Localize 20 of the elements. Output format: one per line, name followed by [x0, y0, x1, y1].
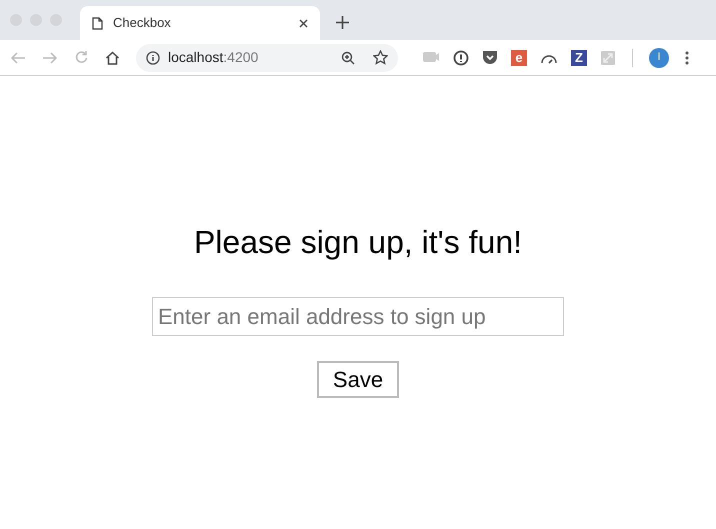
page-heading: Please sign up, it's fun!	[194, 223, 522, 262]
profile-avatar[interactable]: I	[649, 48, 669, 68]
info-icon[interactable]	[146, 50, 160, 64]
tab-title: Checkbox	[113, 14, 172, 32]
document-icon	[92, 16, 103, 30]
pocket-icon[interactable]	[482, 50, 498, 65]
browser-tab[interactable]: Checkbox	[80, 6, 320, 40]
menu-icon[interactable]	[685, 50, 689, 64]
zoom-icon[interactable]	[341, 50, 355, 64]
url-text: localhost:4200	[168, 48, 260, 67]
save-button[interactable]: Save	[316, 361, 400, 398]
close-icon[interactable]	[299, 18, 308, 28]
extension-icon[interactable]: Z	[571, 50, 587, 66]
email-field[interactable]: Enter an email address to sign up	[152, 297, 564, 336]
new-tab-icon[interactable]	[336, 16, 349, 28]
address-bar[interactable]: localhost:4200	[136, 44, 398, 72]
info-icon[interactable]	[453, 50, 469, 66]
home-icon[interactable]	[105, 50, 120, 64]
star-icon[interactable]	[373, 50, 388, 65]
extension-icon[interactable]: e	[511, 50, 527, 66]
